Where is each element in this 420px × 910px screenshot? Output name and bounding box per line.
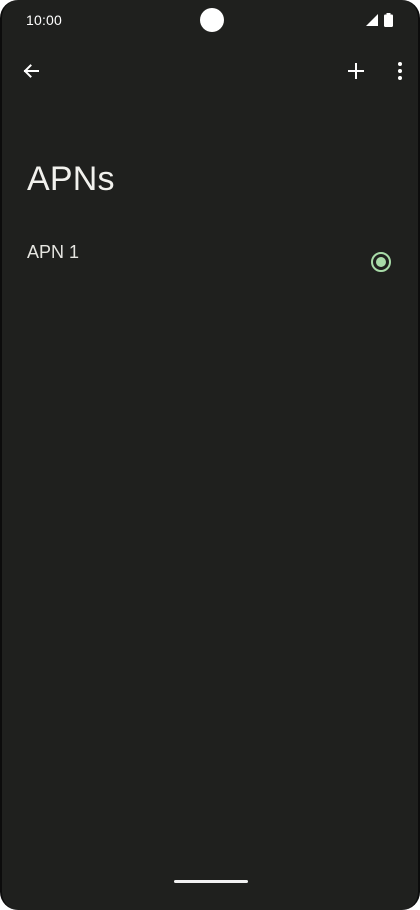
device-screen: 10:00 APNs APN 1 — [0, 0, 420, 910]
navigation-handle[interactable] — [174, 880, 248, 883]
add-apn-button[interactable] — [336, 51, 376, 91]
cellular-signal-icon — [366, 14, 378, 26]
app-bar — [2, 48, 418, 96]
status-bar: 10:00 — [2, 0, 418, 40]
camera-cutout — [200, 8, 224, 32]
apn-name: APN 1 — [27, 242, 80, 262]
apn-list: APN 1 — [2, 222, 418, 294]
more-vertical-icon — [398, 62, 402, 80]
page-title: APNs — [27, 160, 115, 198]
status-time: 10:00 — [26, 12, 63, 28]
back-button[interactable] — [11, 51, 51, 91]
battery-icon — [384, 13, 393, 27]
radio-selected-icon[interactable] — [370, 251, 392, 273]
list-item[interactable]: APN 1 — [2, 222, 418, 294]
plus-icon — [348, 63, 364, 79]
more-options-button[interactable] — [380, 51, 418, 91]
arrow-left-icon — [23, 64, 39, 78]
